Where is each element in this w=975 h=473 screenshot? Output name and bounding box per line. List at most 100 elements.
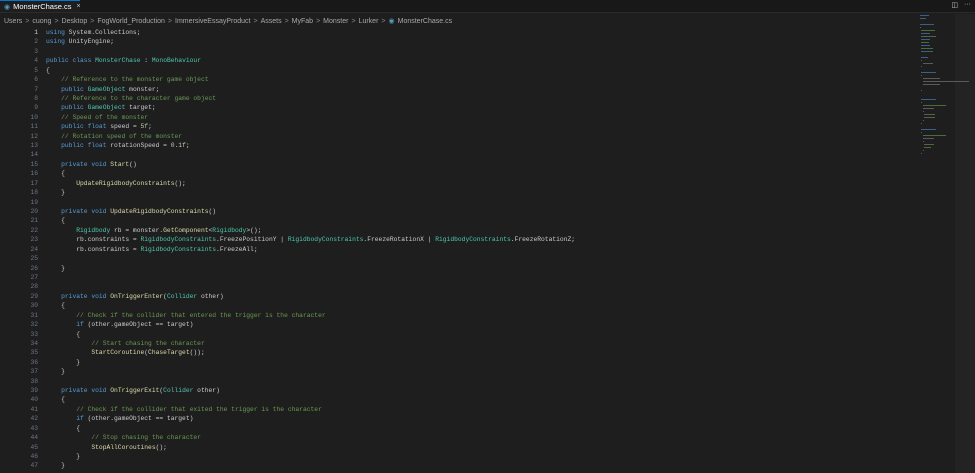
code-line[interactable]: 16 {	[0, 169, 912, 178]
code-line[interactable]: 42 if (other.gameObject == target)	[0, 414, 912, 423]
line-number: 5	[34, 66, 38, 74]
code-line[interactable]: 35 StartCoroutine(ChaseTarget());	[0, 348, 912, 357]
code-line[interactable]: 31 // Check if the collider that entered…	[0, 311, 912, 320]
code-line[interactable]: 2 using UnityEngine;	[0, 37, 912, 46]
minimap-line	[920, 152, 974, 155]
code-line[interactable]: 39 private void OnTriggerExit(Collider o…	[0, 386, 912, 395]
breadcrumb-segment[interactable]: Assets	[261, 18, 282, 25]
code-line[interactable]: 10 // Speed of the monster	[0, 113, 912, 122]
code-line[interactable]: 23 rb.constraints = RigidbodyConstraints…	[0, 235, 912, 244]
code-text: rb.constraints = RigidbodyConstraints.Fr…	[46, 236, 576, 244]
code-line[interactable]: 38	[0, 377, 912, 386]
code-line[interactable]: 9 public GameObject target;	[0, 103, 912, 112]
code-line[interactable]: 15 private void Start()	[0, 160, 912, 169]
code-line[interactable]: 32 if (other.gameObject == target)	[0, 320, 912, 329]
line-number: 22	[30, 226, 38, 234]
breadcrumb-separator: >	[351, 17, 356, 25]
code-text: }	[46, 452, 81, 460]
tab-monsterchase[interactable]: ◉ MonsterChase.cs ×	[0, 0, 81, 12]
minimap[interactable]	[914, 14, 974, 473]
breadcrumb-segment[interactable]: Users	[4, 18, 22, 25]
code-text: // Reference to the monster game object	[61, 76, 209, 84]
code-line[interactable]: 45 StopAllCoroutines();	[0, 443, 912, 452]
code-text: {	[46, 424, 81, 432]
code-line[interactable]: 47 }	[0, 461, 912, 470]
code-line[interactable]: 44 // Stop chasing the character	[0, 433, 912, 442]
code-text: using UnityEngine;	[46, 38, 115, 46]
line-number: 44	[30, 434, 38, 442]
line-number: 19	[30, 198, 38, 206]
code-line[interactable]: 43 {	[0, 424, 912, 433]
line-number: 29	[30, 292, 38, 300]
breadcrumb-segment[interactable]: Desktop	[62, 18, 88, 25]
code-text: {	[46, 170, 65, 178]
code-line[interactable]: 12 // Rotation speed of the monster	[0, 132, 912, 141]
code-line[interactable]: 34 // Start chasing the character	[0, 339, 912, 348]
breadcrumb-segment[interactable]: Lurker	[359, 18, 379, 25]
breadcrumb-separator: >	[284, 17, 289, 25]
breadcrumb-segment[interactable]: ImmersiveEssayProduct	[175, 18, 250, 25]
line-number: 43	[30, 424, 38, 432]
line-number: 38	[30, 377, 38, 385]
code-line[interactable]: 33 {	[0, 330, 912, 339]
line-number: 40	[30, 396, 38, 404]
line-number: 30	[30, 302, 38, 310]
breadcrumb-segment[interactable]: FogWorld_Production	[97, 18, 165, 25]
code-line[interactable]: 37 }	[0, 367, 912, 376]
code-line[interactable]: 18 }	[0, 188, 912, 197]
csharp-file-icon: ◉	[4, 3, 11, 11]
line-number: 33	[30, 330, 38, 338]
line-number: 6	[34, 76, 38, 84]
code-line[interactable]: 29 private void OnTriggerEnter(Collider …	[0, 292, 912, 301]
code-line[interactable]: 1 using System.Collections;	[0, 28, 912, 37]
code-editor[interactable]: 1 using System.Collections; 2 using UnityEn…	[0, 28, 912, 473]
code-line[interactable]: 19	[0, 198, 912, 207]
code-line[interactable]: 11 public float speed = 5f;	[0, 122, 912, 131]
code-line[interactable]: 41 // Check if the collider that exited …	[0, 405, 912, 414]
breadcrumb-separator: >	[25, 17, 30, 25]
breadcrumb-segment[interactable]: MyFab	[292, 18, 313, 25]
code-line[interactable]: 3	[0, 47, 912, 56]
breadcrumb-file[interactable]: MonsterChase.cs	[398, 18, 452, 25]
csharp-file-icon: ◉	[388, 18, 395, 25]
line-number: 42	[30, 415, 38, 423]
code-line[interactable]: 30 {	[0, 301, 912, 310]
line-number: 8	[34, 94, 38, 102]
code-line[interactable]: 25	[0, 254, 912, 263]
line-number: 45	[30, 443, 38, 451]
code-text: {	[46, 330, 81, 338]
code-line[interactable]: 36 }	[0, 358, 912, 367]
code-line[interactable]: 28	[0, 282, 912, 291]
code-line[interactable]: 40 {	[0, 395, 912, 404]
more-actions-icon[interactable]: ···	[964, 1, 971, 9]
code-line[interactable]: 4 public class MonsterChase : MonoBehavio…	[0, 56, 912, 65]
code-line[interactable]: 26 }	[0, 264, 912, 273]
code-line[interactable]: 8 // Reference to the character game obj…	[0, 94, 912, 103]
code-line[interactable]: 22 Rigidbody rb = monster.GetComponent<R…	[0, 226, 912, 235]
code-line[interactable]: 20 private void UpdateRigidbodyConstrain…	[0, 207, 912, 216]
breadcrumb-segment[interactable]: cuong	[32, 18, 51, 25]
line-number: 14	[30, 151, 38, 159]
code-text: private void UpdateRigidbodyConstraints(…	[61, 208, 217, 216]
line-number: 7	[34, 85, 38, 93]
code-text: public float speed = 5f;	[61, 123, 152, 131]
line-number: 13	[30, 142, 38, 150]
line-number: 20	[30, 208, 38, 216]
close-icon[interactable]: ×	[76, 3, 80, 10]
split-editor-icon[interactable]: ◫	[951, 1, 958, 9]
code-line[interactable]: 27	[0, 273, 912, 282]
code-line[interactable]: 21 {	[0, 216, 912, 225]
line-number: 17	[30, 179, 38, 187]
code-line[interactable]: 24 rb.constraints = RigidbodyConstraints…	[0, 245, 912, 254]
breadcrumb-separator: >	[316, 17, 321, 25]
code-line[interactable]: 7 public GameObject monster;	[0, 85, 912, 94]
line-number: 31	[30, 311, 38, 319]
code-line[interactable]: 17 UpdateRigidbodyConstraints();	[0, 179, 912, 188]
code-text: private void Start()	[61, 160, 137, 168]
breadcrumb-segment[interactable]: Monster	[323, 18, 348, 25]
code-line[interactable]: 46 }	[0, 452, 912, 461]
code-line[interactable]: 6 // Reference to the monster game objec…	[0, 75, 912, 84]
code-line[interactable]: 13 public float rotationSpeed = 0.1f;	[0, 141, 912, 150]
code-line[interactable]: 14	[0, 150, 912, 159]
code-line[interactable]: 5{	[0, 66, 912, 75]
